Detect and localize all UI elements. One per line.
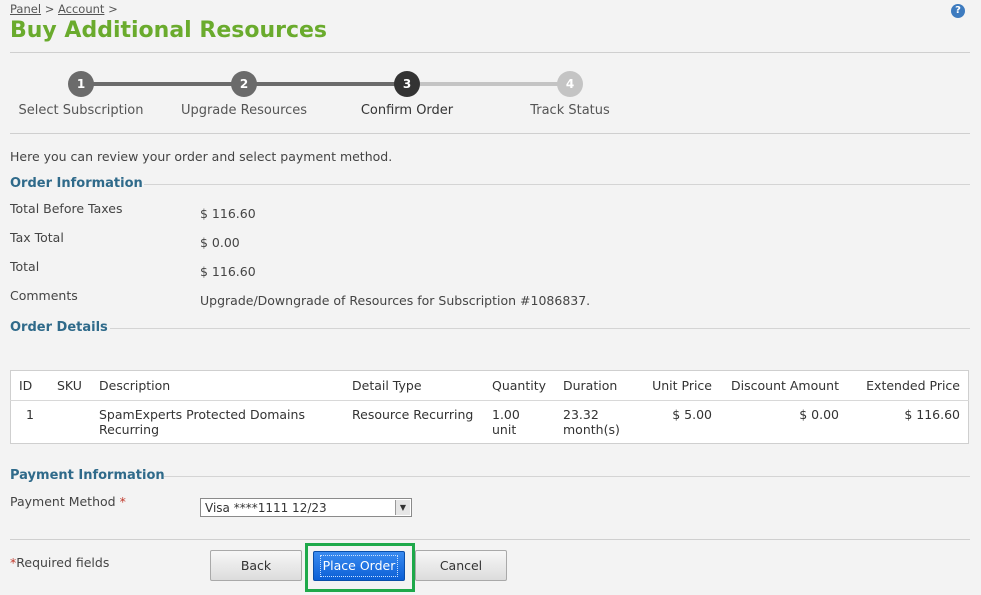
order-details-title: Order Details [10,320,108,335]
section-rule [144,184,970,185]
column-header-extended-price: Extended Price [847,370,969,401]
step-4-circle: 4 [557,71,583,97]
breadcrumb-separator: > [108,2,118,16]
cell-description: SpamExperts Protected Domains Recurring [91,401,344,444]
cell-sku [49,401,91,444]
divider [10,52,970,53]
payment-method-label-text: Payment Method [10,494,116,509]
cell-id: 1 [26,407,34,422]
dropdown-arrow-icon[interactable]: ▼ [395,500,410,515]
step-4-label: Track Status [530,103,610,118]
page-title: Buy Additional Resources [10,18,328,43]
description-line: SpamExperts Protected Domains [99,407,305,422]
breadcrumb-panel-link[interactable]: Panel [10,2,41,16]
cancel-button[interactable]: Cancel [415,550,507,581]
place-order-button[interactable]: Place Order [313,551,405,581]
step-1-circle: 1 [68,71,94,97]
step-1-label: Select Subscription [18,103,144,118]
total-label: Total [10,259,40,274]
total-before-taxes-label: Total Before Taxes [10,201,123,216]
column-header-sku: SKU [49,370,91,401]
order-information-title: Order Information [10,176,143,191]
tax-total-label: Tax Total [10,230,64,245]
cell-quantity: 1.00 unit [492,407,520,437]
required-fields-text: Required fields [16,555,110,570]
total-before-taxes-value: $ 116.60 [200,206,256,221]
comments-value: Upgrade/Downgrade of Resources for Subsc… [200,293,591,308]
step-2-label: Upgrade Resources [180,103,308,118]
breadcrumb: Panel > Account > [10,2,118,16]
column-header-duration: Duration [555,370,643,401]
payment-method-select[interactable]: Visa ****1111 12/23 ▼ [200,498,412,517]
place-order-label: Place Order [319,555,399,577]
column-header-id: ID [10,370,49,401]
comments-label: Comments [10,288,78,303]
cell-extended-price: $ 116.60 [904,407,960,422]
column-header-unit-price: Unit Price [643,370,720,401]
cell-duration: 23.32 month(s) [555,401,643,444]
breadcrumb-separator: > [44,2,55,16]
breadcrumb-account-link[interactable]: Account [58,2,104,16]
step-remaining-line [407,82,570,86]
section-rule [164,476,970,477]
cell-unit-price: $ 5.00 [672,407,712,422]
payment-information-title: Payment Information [10,468,165,483]
intro-text: Here you can review your order and selec… [10,149,393,164]
divider [10,539,970,540]
required-marker: * [119,494,126,509]
duration-line: month(s) [563,422,620,437]
step-3-circle: 3 [394,71,420,97]
help-icon[interactable]: ? [951,4,965,18]
order-details-table: ID SKU Description Detail Type Quantity … [10,370,969,444]
column-header-description: Description [91,370,344,401]
payment-method-selected-value: Visa ****1111 12/23 [205,501,327,515]
back-button[interactable]: Back [210,550,302,581]
tax-total-value: $ 0.00 [200,235,240,250]
table-row: 1 SpamExperts Protected Domains Recurrin… [11,401,969,444]
cell-discount-amount: $ 0.00 [799,407,839,422]
total-value: $ 116.60 [200,264,256,279]
divider [10,133,970,134]
section-rule [110,328,970,329]
table-header-row: ID SKU Description Detail Type Quantity … [10,370,969,401]
column-header-quantity: Quantity [484,370,555,401]
description-line: Recurring [99,422,159,437]
wizard-steps: 1 2 3 4 Select Subscription Upgrade Reso… [10,70,970,130]
duration-line: 23.32 [563,407,599,422]
step-3-label: Confirm Order [360,103,454,118]
column-header-discount-amount: Discount Amount [720,370,847,401]
step-2-circle: 2 [231,71,257,97]
cell-detail-type: Resource Recurring [352,407,474,422]
payment-method-label: Payment Method * [10,494,126,509]
required-fields-note: *Required fields [10,555,109,570]
column-header-detail-type: Detail Type [344,370,484,401]
